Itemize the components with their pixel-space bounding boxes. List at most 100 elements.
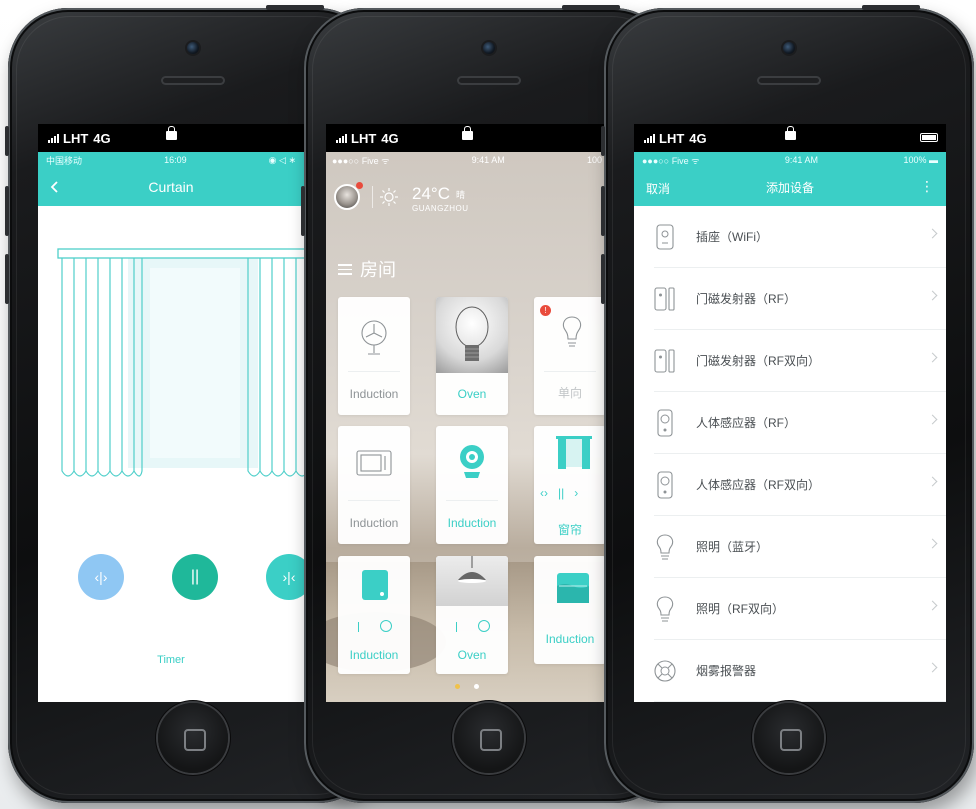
status-carrier: ●●●○○ Five ᯤ xyxy=(332,155,390,166)
chevron-right-icon xyxy=(927,662,938,673)
front-camera xyxy=(483,42,495,54)
page-title: Curtain xyxy=(148,179,194,195)
list-item[interactable]: 照明（蓝牙） xyxy=(654,516,946,578)
device-label: 人体感应器（RF） xyxy=(696,416,796,430)
close-curtain-button[interactable]: ›|‹ xyxy=(266,554,304,600)
tile-fan[interactable]: Induction xyxy=(338,297,410,415)
status-time: 16:09 xyxy=(164,155,187,165)
device-label: 照明（RF双向） xyxy=(696,602,784,616)
status-battery: 100 xyxy=(586,155,602,165)
add-device-screen: LHT 4G ●●●○○ Five ᯤ 9:41 AM 100% ▬ 取消 添加… xyxy=(634,124,946,702)
tile-label: Induction xyxy=(349,387,399,401)
carrier-bar: LHT 4G xyxy=(38,124,304,152)
chevron-right-icon xyxy=(927,600,938,611)
microwave-icon xyxy=(356,450,392,476)
tile-camera[interactable]: Induction xyxy=(436,426,508,544)
camera-icon xyxy=(460,445,484,478)
sun-icon xyxy=(380,188,398,206)
tile-curtain[interactable]: ‹› || › 窗帘 xyxy=(534,426,606,544)
carrier-label: LHT xyxy=(659,130,685,146)
curtain-tile-controls: ‹› || › xyxy=(540,486,579,500)
section-title: 房间 xyxy=(360,260,396,280)
bulb-icon xyxy=(656,595,674,622)
home-button xyxy=(754,703,824,773)
pause-button[interactable]: || xyxy=(172,554,218,600)
rooms-screen: LHT 4G ●●●○○ Five ᯤ 9:41 AM 100 24°C 晴 G… xyxy=(326,124,608,702)
timer-link[interactable]: Timer xyxy=(38,654,304,666)
list-item[interactable]: 插座（WiFi） xyxy=(654,206,946,268)
lamp-photo xyxy=(436,556,508,606)
lock-icon xyxy=(462,126,473,140)
temperature: 24°C xyxy=(412,184,450,203)
device-label: 门磁发射器（RF双向） xyxy=(696,354,820,368)
battery-icon xyxy=(920,133,938,142)
app-header: Curtain xyxy=(38,168,304,206)
earpiece-speaker xyxy=(757,76,821,85)
smoke-alarm-icon xyxy=(654,659,676,682)
signal-icon xyxy=(644,133,655,143)
app-header: 取消 添加设备 ⋮ xyxy=(634,168,946,206)
tile-label: Oven xyxy=(457,648,487,662)
list-item[interactable]: 人体感应器（RF） xyxy=(654,392,946,454)
status-time: 9:41 AM xyxy=(471,155,505,165)
device-label: 插座（WiFi） xyxy=(696,230,768,244)
mute-switch xyxy=(5,126,9,156)
chevron-right-icon xyxy=(927,228,938,239)
tile-oven[interactable]: Oven xyxy=(436,297,508,415)
device-label: 人体感应器（RF双向） xyxy=(696,478,820,492)
more-vertical-icon[interactable]: ⋮ xyxy=(920,178,934,195)
plug-icon xyxy=(656,223,674,250)
carrier-label: LHT xyxy=(351,130,377,146)
carrier-bar: LHT 4G xyxy=(634,124,946,152)
front-camera xyxy=(187,42,199,54)
device-label: 门磁发射器（RF） xyxy=(696,292,796,306)
list-item[interactable]: 人体感应器（RF双向） xyxy=(654,454,946,516)
chevron-right-icon xyxy=(927,414,938,425)
status-time: 9:41 AM xyxy=(784,155,818,165)
list-item[interactable]: 门磁发射器（RF双向） xyxy=(654,330,946,392)
tile-label: Oven xyxy=(457,387,487,401)
socket-icon xyxy=(362,570,388,600)
carrier-label: LHT xyxy=(63,130,89,146)
phone-right: LHT 4G ●●●○○ Five ᯤ 9:41 AM 100% ▬ 取消 添加… xyxy=(601,5,974,803)
earpiece-speaker xyxy=(161,76,225,85)
volume-down-button xyxy=(601,254,605,304)
alert-badge: ! xyxy=(540,305,551,316)
lamp-toggle[interactable] xyxy=(456,620,496,634)
signal-icon xyxy=(336,133,347,143)
tile-lamp[interactable]: Oven xyxy=(436,556,508,674)
fan-icon xyxy=(361,320,387,355)
aquarium-icon xyxy=(557,573,589,603)
open-curtain-button[interactable]: ‹|› xyxy=(78,554,124,600)
power-button xyxy=(266,5,324,10)
cancel-button[interactable]: 取消 xyxy=(646,180,670,197)
carrier-bar: LHT 4G xyxy=(326,124,608,152)
app-status-bar: 中国移动 16:09 ◉ ◁ ∗ xyxy=(38,152,304,168)
socket-toggle[interactable] xyxy=(358,620,398,634)
pause-icon: || xyxy=(190,568,200,585)
tile-aquarium[interactable]: Induction xyxy=(534,556,606,664)
list-item[interactable]: 门磁发射器（RF） xyxy=(654,268,946,330)
network-label: 4G xyxy=(689,130,707,146)
device-label: 照明（蓝牙） xyxy=(696,540,769,554)
tile-microwave[interactable]: Induction xyxy=(338,426,410,544)
curtain-screen: LHT 4G 中国移动 16:09 ◉ ◁ ∗ Curtain ‹|› || ›… xyxy=(38,124,304,702)
light-bulb-icon xyxy=(562,316,582,347)
rooms-menu-icon[interactable] xyxy=(338,264,352,275)
app-status-bar: ●●●○○ Five ᯤ 9:41 AM 100% ▬ xyxy=(634,152,946,168)
back-icon[interactable] xyxy=(50,181,58,193)
page-dot xyxy=(474,684,480,689)
notification-dot xyxy=(356,182,363,189)
device-label: 烟雾报警器 xyxy=(696,664,757,678)
signal-icon xyxy=(48,133,59,143)
bulb-photo xyxy=(436,297,508,373)
tile-socket[interactable]: Induction xyxy=(338,556,410,674)
list-item[interactable]: 烟雾报警器 xyxy=(654,640,946,702)
door-sensor-icon xyxy=(654,286,675,311)
list-item[interactable]: 照明（RF双向） xyxy=(654,578,946,640)
tile-single[interactable]: ! 单向 xyxy=(534,297,606,415)
volume-up-button xyxy=(601,186,605,236)
bulb-icon xyxy=(656,533,674,560)
volume-up-button xyxy=(301,186,305,236)
tile-label: 单向 xyxy=(557,386,582,400)
